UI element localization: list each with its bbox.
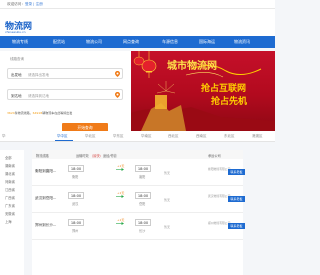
sidebar-item-all[interactable]: 全部 [5, 155, 12, 160]
nav-item-freight-station[interactable]: 配货站 [53, 39, 65, 45]
route-name[interactable]: 武汉到岳阳... [35, 196, 56, 201]
nav-item-outlet-search[interactable]: 网点查询 [123, 39, 139, 45]
depart-time: 18:00 [68, 219, 84, 226]
panel-header: 线路查询 [10, 57, 24, 61]
nav-item-vehicle-info[interactable]: 车源信息 [162, 39, 178, 45]
depart-city: 衡阳 [72, 175, 79, 179]
tab-region-northwest[interactable]: 西北区 [168, 134, 179, 139]
region-tabs: 华 华中区 华北区 华东区 华南区 西北区 西南区 东北区 港澳区 [0, 131, 275, 142]
depart-time: 18:00 [68, 165, 84, 172]
arrow-right-icon [116, 195, 124, 198]
top-bar: 欢迎访问：登录 | 注册 [0, 0, 275, 9]
table-row[interactable]: 武汉到岳阳... 18:00 武汉 +1天 18:00 岳阳 暂无 武汉物流有限… [32, 186, 245, 213]
route-table: 物流线路 运输时效 （最快） 途经/停靠 承运公司 衡阳到襄阳... 18:00… [32, 150, 245, 275]
depart-city: 郑州 [72, 229, 79, 233]
header-stops: 途经/停靠 [103, 153, 117, 158]
banner-slogan-2: 抢占先机 [211, 97, 248, 107]
sidebar-item-hubei[interactable]: 湖北省 [5, 171, 15, 176]
nav-item-logistics-company[interactable]: 物流公司 [86, 39, 102, 45]
route-search-panel: 线路查询 出发地 请选择出发地 到达地 请选择到达地 3624条物流线路，649… [0, 51, 131, 133]
header-company: 承运公司 [208, 153, 221, 158]
location-pin-icon [115, 71, 120, 77]
banner-title: 城市物流网 [167, 61, 217, 72]
site-url: chinawuliu.cn [5, 30, 26, 34]
table-row[interactable]: 衡阳到襄阳... 18:00 衡阳 +1天 18:00 襄阳 暂无 衡阳物流有限… [32, 159, 245, 186]
welcome-text: 欢迎访问： [7, 2, 25, 6]
table-header: 物流线路 运输时效 （最快） 途经/停靠 承运公司 [32, 150, 243, 159]
nav-item-special-lines[interactable]: 物流专线 [12, 39, 28, 45]
sidebar-item-anhui[interactable]: 安徽省 [5, 211, 15, 216]
nav-item-intl-shipping[interactable]: 国际海运 [199, 39, 215, 45]
route-name[interactable]: 郑州到长沙... [35, 223, 56, 228]
sidebar-item-guangdong[interactable]: 广东省 [5, 203, 15, 208]
arrive-city: 长沙 [139, 229, 146, 233]
arrive-time: 18:00 [135, 192, 151, 199]
sidebar-item-shanghai[interactable]: 上海 [5, 219, 12, 224]
contact-button[interactable]: 联系老板 [228, 169, 245, 175]
route-name[interactable]: 衡阳到襄阳... [35, 169, 56, 174]
depart-city: 武汉 [72, 202, 79, 206]
header: 物流网 chinawuliu.cn [0, 9, 275, 36]
contact-button[interactable]: 联系老板 [228, 223, 245, 229]
stops-value: 暂无 [164, 225, 171, 229]
origin-label: 出发地 [11, 72, 22, 77]
depart-time: 18:00 [68, 192, 84, 199]
login-register-links[interactable]: 登录 | 注册 [25, 2, 43, 6]
stops-value: 暂无 [164, 171, 171, 175]
tab-region-hkmacau[interactable]: 港澳区 [252, 134, 263, 139]
header-route: 物流线路 [36, 153, 49, 158]
arrive-city: 岳阳 [139, 202, 146, 206]
main-nav: 物流专线 配货站 物流公司 网点查询 车源信息 国际海运 物流资讯 [0, 36, 275, 48]
stops-value: 暂无 [164, 198, 171, 202]
sidebar-item-henan[interactable]: 河南省 [5, 179, 15, 184]
tab-region-central[interactable]: 华中区 [57, 134, 68, 139]
origin-input[interactable]: 请选择出发地 [28, 73, 49, 78]
route-count-text: 条物流线路， [14, 111, 33, 115]
vehicle-count-text: 辆物流车在此等候出发 [42, 111, 73, 115]
tab-region-southwest[interactable]: 西南区 [196, 134, 207, 139]
top-links: 欢迎访问：登录 | 注册 [7, 2, 43, 7]
tab-region-north[interactable]: 华北区 [85, 134, 96, 139]
destination-label: 到达地 [11, 93, 22, 98]
tab-region-0[interactable]: 华 [2, 134, 6, 139]
tab-region-south[interactable]: 华南区 [141, 134, 152, 139]
route-count: 3624 [7, 111, 15, 115]
destination-input[interactable]: 请选择到达地 [28, 94, 49, 99]
sidebar-item-guangxi[interactable]: 广西省 [5, 195, 15, 200]
sidebar-item-jiangxi[interactable]: 江西省 [5, 187, 15, 192]
contact-button[interactable]: 联系老板 [228, 196, 245, 202]
table-row[interactable]: 郑州到长沙... 18:00 郑州 +1天 18:00 长沙 暂无 郑州物流有限… [32, 213, 245, 240]
header-fastest: （最快） [90, 153, 103, 158]
stats-note: 3624条物流线路，64918辆物流车在此等候出发 [7, 111, 72, 115]
vehicle-count: 64918 [32, 111, 43, 115]
nav-item-news[interactable]: 物流资讯 [234, 39, 250, 45]
arrow-right-icon [116, 168, 124, 171]
arrive-city: 襄阳 [139, 175, 146, 179]
sidebar-item-hunan[interactable]: 湖南省 [5, 163, 15, 168]
destination-field[interactable]: 到达地 请选择到达地 [7, 89, 123, 100]
origin-field[interactable]: 出发地 请选择出发地 [7, 68, 123, 79]
arrive-time: 18:00 [135, 219, 151, 226]
province-sidebar: 全部 湖南省 湖北省 河南省 江西省 广西省 广东省 安徽省 上海 [0, 150, 24, 275]
promo-banner[interactable]: 城市物流网 抢占互联网 抢占先机 [131, 51, 275, 131]
arrow-right-icon [116, 222, 124, 225]
banner-slogan-1: 抢占互联网 [201, 84, 247, 94]
tab-region-northeast[interactable]: 东北区 [224, 134, 235, 139]
header-time: 运输时效 [76, 153, 89, 158]
location-pin-icon [115, 92, 120, 98]
arrive-time: 18:00 [135, 165, 151, 172]
tab-region-east[interactable]: 华东区 [113, 134, 124, 139]
active-tab-indicator [55, 140, 73, 141]
